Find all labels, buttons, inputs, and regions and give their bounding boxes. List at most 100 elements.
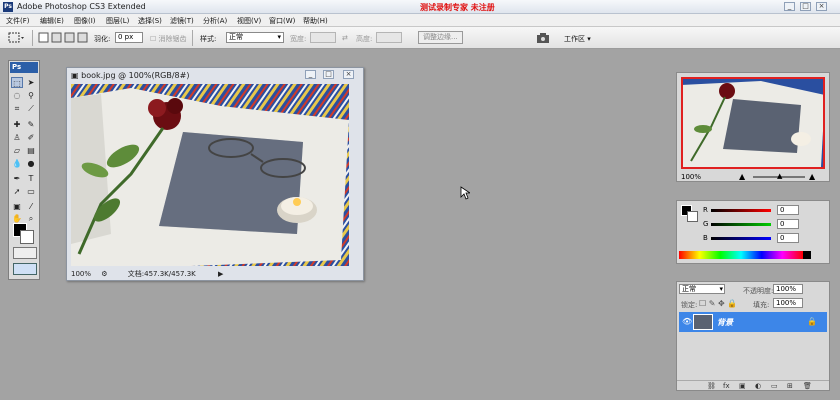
- menu-select[interactable]: 选择(S): [138, 16, 162, 26]
- delete-layer-icon[interactable]: 🗑: [803, 382, 812, 390]
- pen-tool-icon[interactable]: ✒: [11, 173, 23, 184]
- color-bg-swatch[interactable]: [687, 211, 698, 222]
- recorder-watermark: 测试录制专家 未注册: [420, 3, 495, 12]
- navigator-zoom[interactable]: 100%: [681, 173, 701, 181]
- dodge-tool-icon[interactable]: ●: [25, 158, 37, 169]
- b-value-input[interactable]: 0: [777, 233, 799, 243]
- visibility-eye-icon[interactable]: 👁: [682, 317, 692, 326]
- shape-tool-icon[interactable]: ▭: [25, 186, 37, 197]
- fill-input[interactable]: 100%: [773, 298, 803, 308]
- eyedropper-tool-icon[interactable]: ⁄: [25, 201, 37, 212]
- blend-mode-select[interactable]: 正常 ▾: [679, 284, 725, 294]
- notes-tool-icon[interactable]: ▣: [11, 201, 23, 212]
- crop-tool-icon[interactable]: ⌗: [11, 103, 23, 114]
- g-slider[interactable]: [711, 223, 771, 226]
- lock-icons[interactable]: ☐ ✎ ✥ 🔒: [699, 299, 737, 308]
- menu-analysis[interactable]: 分析(A): [203, 16, 227, 26]
- mouse-cursor-icon: [460, 186, 470, 200]
- feather-label: 羽化:: [94, 35, 111, 43]
- style-value: 正常: [229, 33, 243, 41]
- zoom-out-icon[interactable]: ▲: [739, 172, 745, 181]
- new-layer-icon[interactable]: ⊞: [787, 382, 793, 390]
- menu-help[interactable]: 帮助(H): [303, 16, 328, 26]
- layer-style-icon[interactable]: fx: [723, 382, 730, 390]
- status-info-icon: ⚙: [101, 270, 108, 278]
- b-slider[interactable]: [711, 237, 771, 240]
- healing-brush-tool-icon[interactable]: ✚: [11, 119, 23, 130]
- magic-wand-tool-icon[interactable]: ⚲: [25, 90, 37, 101]
- spectrum-ramp[interactable]: [679, 251, 803, 259]
- zoom-in-icon[interactable]: ▲: [809, 172, 815, 181]
- history-brush-tool-icon[interactable]: ✐: [25, 132, 37, 143]
- antialias-checkbox[interactable]: ☐ 消除锯齿: [150, 34, 187, 44]
- minimize-button[interactable]: _: [784, 2, 795, 11]
- doc-maximize-button[interactable]: □: [323, 70, 334, 79]
- height-input[interactable]: [376, 32, 402, 43]
- palette-well-icon[interactable]: [536, 32, 550, 44]
- quick-mask-icon[interactable]: [13, 247, 37, 259]
- channel-b-label: B: [703, 234, 708, 242]
- rect-marquee-preset-icon[interactable]: [8, 32, 26, 44]
- adjustment-layer-icon[interactable]: ◐: [755, 382, 761, 390]
- document-status-bar: 100% ⚙ 文档:457.3K/457.3K ▶: [71, 269, 361, 279]
- layer-mask-icon[interactable]: ▣: [739, 382, 746, 390]
- doc-minimize-button[interactable]: _: [305, 70, 316, 79]
- move-tool-icon[interactable]: ➤: [25, 77, 37, 88]
- refine-edge-button[interactable]: 调整边缘...: [418, 31, 463, 44]
- swap-icon[interactable]: ⇄: [342, 34, 348, 42]
- close-button[interactable]: ×: [816, 2, 827, 11]
- menu-edit[interactable]: 编辑(E): [40, 16, 64, 26]
- new-group-icon[interactable]: ▭: [771, 382, 778, 390]
- maximize-button[interactable]: □: [800, 2, 811, 11]
- menu-bar: 文件(F) 编辑(E) 图像(I) 图层(L) 选择(S) 滤镜(T) 分析(A…: [0, 14, 840, 27]
- zoom-slider-thumb-icon[interactable]: ▲: [777, 172, 782, 180]
- lasso-tool-icon[interactable]: ◌: [11, 90, 23, 101]
- marquee-tool-icon[interactable]: ⬚: [11, 77, 23, 88]
- doc-zoom[interactable]: 100%: [71, 270, 91, 278]
- document-window[interactable]: ▣ book.jpg @ 100%(RGB/8#) _ □ × 100% ⚙ 文…: [66, 67, 364, 281]
- menu-filter[interactable]: 滤镜(T): [170, 16, 194, 26]
- menu-view[interactable]: 视图(V): [237, 16, 261, 26]
- status-menu-arrow-icon[interactable]: ▶: [218, 270, 223, 278]
- navigator-preview[interactable]: [681, 77, 825, 169]
- menu-image[interactable]: 图像(I): [74, 16, 96, 26]
- canvas-image[interactable]: [71, 84, 349, 266]
- document-icon: ▣: [71, 71, 82, 80]
- blur-tool-icon[interactable]: 💧: [11, 158, 23, 169]
- layer-row-background[interactable]: 👁 背景 🔒: [679, 312, 827, 332]
- clone-stamp-tool-icon[interactable]: ♙: [11, 132, 23, 143]
- path-selection-tool-icon[interactable]: ➚: [11, 186, 23, 197]
- menu-window[interactable]: 窗口(W): [269, 16, 295, 26]
- width-input[interactable]: [310, 32, 336, 43]
- chevron-down-icon: ▾: [277, 33, 281, 41]
- options-bar: 羽化: 0 px ☐ 消除锯齿 样式: 正常 ▾ 宽度: ⇄ 高度: 调整边缘..…: [0, 27, 840, 49]
- background-color-swatch[interactable]: [20, 230, 34, 244]
- r-slider[interactable]: [711, 209, 771, 212]
- menu-layer[interactable]: 图层(L): [106, 16, 129, 26]
- window-title: Adobe Photoshop CS3 Extended: [17, 2, 146, 11]
- selection-mode-icons[interactable]: [38, 32, 90, 44]
- gradient-tool-icon[interactable]: ▤: [25, 145, 37, 156]
- height-label: 高度:: [356, 35, 373, 43]
- brush-tool-icon[interactable]: ✎: [25, 119, 37, 130]
- slice-tool-icon[interactable]: ⟋: [25, 103, 37, 114]
- type-tool-icon[interactable]: T: [25, 173, 37, 184]
- screen-mode-icon[interactable]: [13, 263, 37, 275]
- antialias-label: 消除锯齿: [158, 35, 187, 43]
- style-select[interactable]: 正常 ▾: [226, 32, 284, 43]
- toolbox-header: Ps: [10, 62, 38, 73]
- feather-input[interactable]: 0 px: [115, 32, 143, 43]
- eraser-tool-icon[interactable]: ▱: [11, 145, 23, 156]
- opacity-input[interactable]: 100%: [773, 284, 803, 294]
- channel-g-label: G: [703, 220, 709, 228]
- document-title-text: book.jpg @ 100%(RGB/8#): [81, 71, 190, 80]
- menu-file[interactable]: 文件(F): [6, 16, 30, 26]
- toolbox: Ps ⬚ ➤ ◌ ⚲ ⌗ ⟋ ✚ ✎ ♙ ✐ ▱ ▤ 💧 ● ✒ T ➚ ▭ ▣…: [8, 60, 40, 280]
- workspace-button[interactable]: 工作区 ▾: [564, 34, 591, 44]
- lock-label: 锁定:: [681, 301, 698, 309]
- link-layers-icon[interactable]: ⛓: [707, 382, 716, 390]
- g-value-input[interactable]: 0: [777, 219, 799, 229]
- r-value-input[interactable]: 0: [777, 205, 799, 215]
- doc-close-button[interactable]: ×: [343, 70, 354, 79]
- ramp-black-swatch[interactable]: [803, 251, 811, 259]
